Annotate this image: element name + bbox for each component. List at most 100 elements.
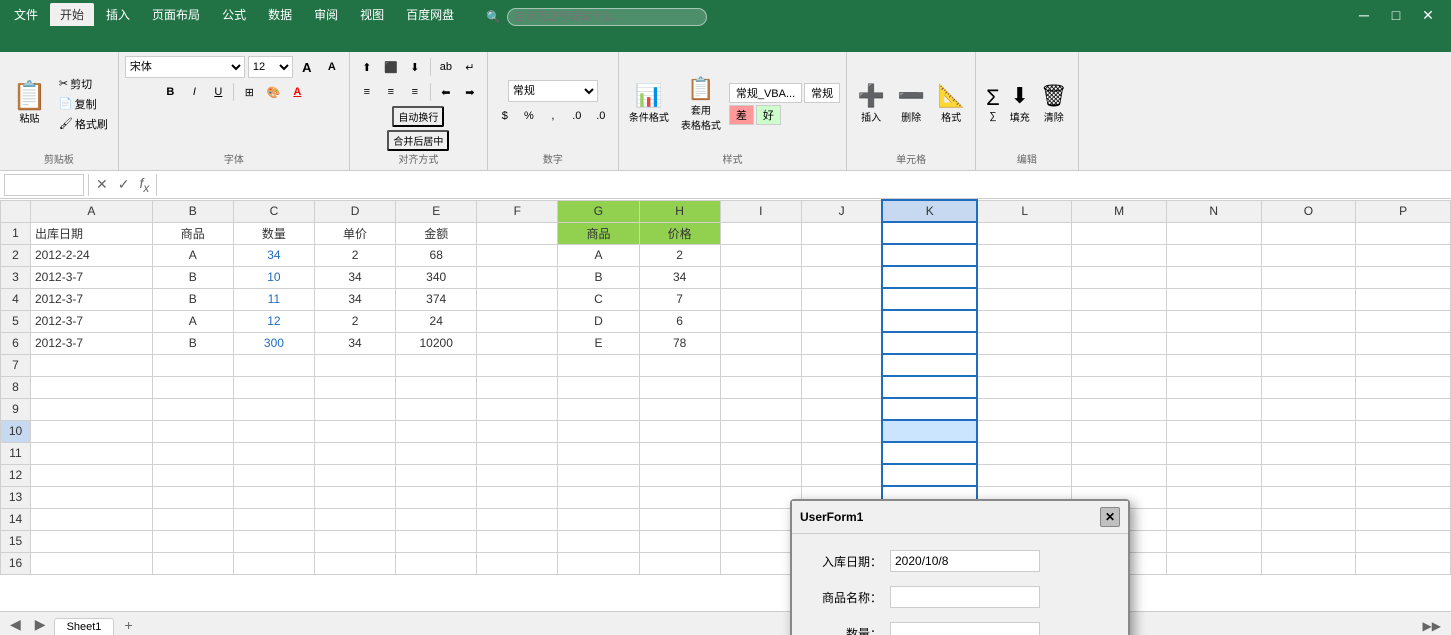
maximize-button[interactable]: □: [1381, 4, 1411, 26]
row-header-8[interactable]: 8: [1, 376, 31, 398]
cell-7-12[interactable]: [1072, 354, 1167, 376]
cell-16-0[interactable]: [31, 552, 153, 574]
formula-input[interactable]: [161, 174, 1447, 196]
comma-button[interactable]: ,: [542, 105, 564, 127]
col-M[interactable]: M: [1072, 200, 1167, 222]
format-painter-button[interactable]: 🖌 格式刷: [55, 115, 112, 133]
cell-11-3[interactable]: [314, 442, 395, 464]
cell-11-7[interactable]: [639, 442, 720, 464]
cell-12-1[interactable]: [152, 464, 233, 486]
cell-14-13[interactable]: [1166, 508, 1261, 530]
cell-4-5[interactable]: [477, 288, 558, 310]
cell-4-13[interactable]: [1166, 288, 1261, 310]
cell-10-2[interactable]: [233, 420, 314, 442]
cell-12-5[interactable]: [477, 464, 558, 486]
menu-item-file[interactable]: 文件: [4, 3, 48, 26]
cell-10-7[interactable]: [639, 420, 720, 442]
row-header-6[interactable]: 6: [1, 332, 31, 354]
col-L[interactable]: L: [977, 200, 1072, 222]
cell-9-8[interactable]: [720, 398, 801, 420]
cell-8-8[interactable]: [720, 376, 801, 398]
cell-11-6[interactable]: [558, 442, 639, 464]
cell-8-6[interactable]: [558, 376, 639, 398]
cell-1-11[interactable]: [977, 222, 1072, 244]
cell-10-6[interactable]: [558, 420, 639, 442]
cell-8-11[interactable]: [977, 376, 1072, 398]
cell-5-0[interactable]: 2012-3-7: [31, 310, 153, 332]
cell-15-5[interactable]: [477, 530, 558, 552]
cell-12-13[interactable]: [1166, 464, 1261, 486]
font-increase-button[interactable]: A: [296, 56, 318, 78]
cell-14-1[interactable]: [152, 508, 233, 530]
cell-5-4[interactable]: 24: [396, 310, 477, 332]
cell-2-3[interactable]: 2: [314, 244, 395, 266]
cell-2-7[interactable]: 2: [639, 244, 720, 266]
cell-12-12[interactable]: [1072, 464, 1167, 486]
delete-cell-button[interactable]: ➖ 删除: [893, 81, 929, 126]
indent-button[interactable]: ↵: [459, 56, 481, 78]
bottom-align-button[interactable]: ⬇: [404, 56, 426, 78]
cell-13-0[interactable]: [31, 486, 153, 508]
col-P[interactable]: P: [1356, 200, 1451, 222]
row-header-3[interactable]: 3: [1, 266, 31, 288]
col-A[interactable]: A: [31, 200, 153, 222]
cell-4-2[interactable]: 11: [233, 288, 314, 310]
cell-6-15[interactable]: [1356, 332, 1451, 354]
menu-item-insert[interactable]: 插入: [96, 3, 140, 26]
cell-12-2[interactable]: [233, 464, 314, 486]
row-header-1[interactable]: 1: [1, 222, 31, 244]
cell-15-0[interactable]: [31, 530, 153, 552]
cell-3-10[interactable]: [882, 266, 977, 288]
cell-15-4[interactable]: [396, 530, 477, 552]
italic-button[interactable]: I: [183, 81, 205, 103]
cell-6-4[interactable]: 10200: [396, 332, 477, 354]
cell-10-0[interactable]: [31, 420, 153, 442]
cell-1-1[interactable]: 商品: [152, 222, 233, 244]
cell-5-15[interactable]: [1356, 310, 1451, 332]
col-N[interactable]: N: [1166, 200, 1261, 222]
cell-2-0[interactable]: 2012-2-24: [31, 244, 153, 266]
cell-11-8[interactable]: [720, 442, 801, 464]
cell-6-14[interactable]: [1261, 332, 1356, 354]
cell-1-14[interactable]: [1261, 222, 1356, 244]
menu-item-data[interactable]: 数据: [258, 3, 302, 26]
paste-button[interactable]: 📋 粘贴: [6, 80, 53, 127]
cell-2-10[interactable]: [882, 244, 977, 266]
form-input-0[interactable]: [890, 550, 1040, 572]
cell-11-4[interactable]: [396, 442, 477, 464]
cell-6-13[interactable]: [1166, 332, 1261, 354]
col-O[interactable]: O: [1261, 200, 1356, 222]
col-D[interactable]: D: [314, 200, 395, 222]
cell-12-15[interactable]: [1356, 464, 1451, 486]
cell-4-8[interactable]: [720, 288, 801, 310]
cell-7-7[interactable]: [639, 354, 720, 376]
cell-1-8[interactable]: [720, 222, 801, 244]
cell-7-1[interactable]: [152, 354, 233, 376]
borders-button[interactable]: ⊞: [238, 81, 260, 103]
cell-2-11[interactable]: [977, 244, 1072, 266]
font-decrease-button[interactable]: A: [321, 56, 343, 78]
cell-3-3[interactable]: 34: [314, 266, 395, 288]
cell-1-0[interactable]: 出库日期: [31, 222, 153, 244]
cell-8-13[interactable]: [1166, 376, 1261, 398]
cell-4-7[interactable]: 7: [639, 288, 720, 310]
cell-6-7[interactable]: 78: [639, 332, 720, 354]
cell-7-4[interactable]: [396, 354, 477, 376]
row-header-10[interactable]: 10: [1, 420, 31, 442]
cell-15-3[interactable]: [314, 530, 395, 552]
menu-item-review[interactable]: 审阅: [304, 3, 348, 26]
cell-16-6[interactable]: [558, 552, 639, 574]
cell-4-1[interactable]: B: [152, 288, 233, 310]
menu-item-formula[interactable]: 公式: [212, 3, 256, 26]
font-name-select[interactable]: 宋体: [125, 56, 245, 78]
col-H[interactable]: H: [639, 200, 720, 222]
cell-9-9[interactable]: [801, 398, 882, 420]
cell-2-15[interactable]: [1356, 244, 1451, 266]
wrap-text-button[interactable]: 自动换行: [392, 106, 444, 127]
cell-9-14[interactable]: [1261, 398, 1356, 420]
cell-11-1[interactable]: [152, 442, 233, 464]
percent-button[interactable]: %: [518, 105, 540, 127]
cell-10-10[interactable]: [882, 420, 977, 442]
decrease-decimal-button[interactable]: .0: [590, 105, 612, 127]
cell-4-9[interactable]: [801, 288, 882, 310]
